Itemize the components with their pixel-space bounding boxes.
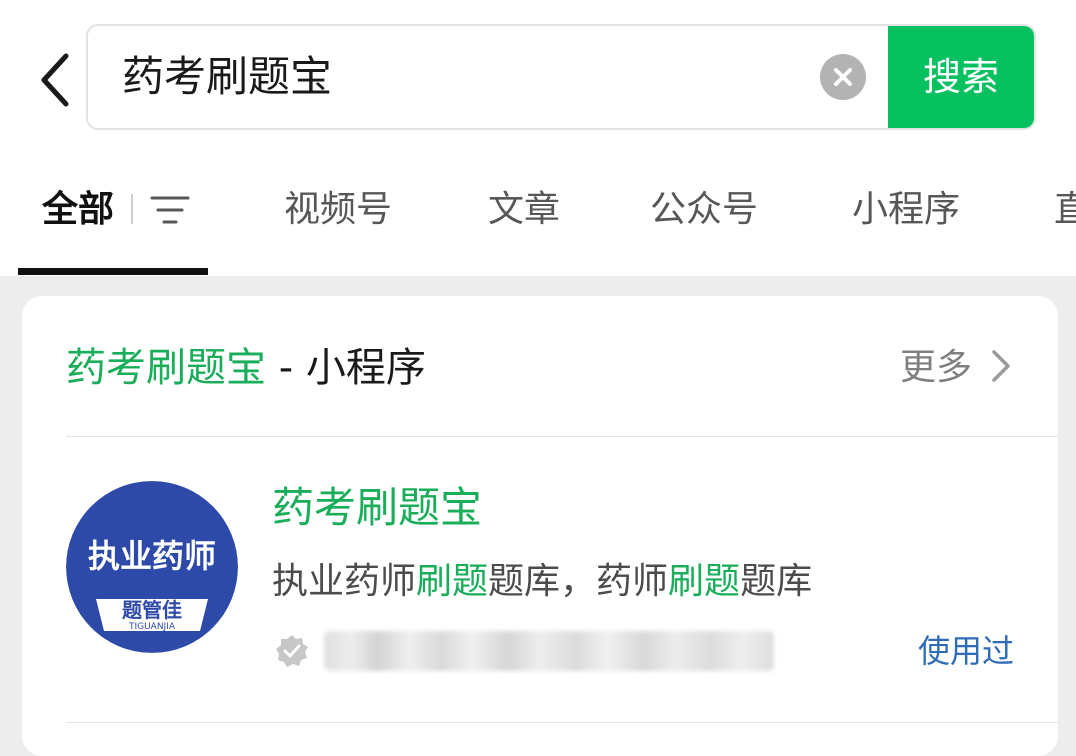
mini-program-result[interactable]: 执业药师 题管佳 TIGUANJIA 药考刷题宝 执业药师刷题题库，药师刷题题库… — [22, 437, 1058, 723]
filter-button[interactable] — [146, 186, 194, 234]
chevron-right-icon — [986, 346, 1014, 386]
app-logo-image: 执业药师 题管佳 TIGUANJIA — [66, 481, 238, 653]
verified-badge-icon — [274, 633, 310, 669]
clear-button[interactable] — [820, 54, 866, 100]
back-button[interactable] — [28, 44, 84, 116]
active-tab-indicator — [18, 268, 208, 275]
search-input[interactable]: 药考刷题宝 — [122, 26, 812, 128]
tab-official-accounts[interactable]: 公众号 — [650, 150, 758, 270]
desc-part: 题库 — [740, 561, 813, 602]
tab-divider — [131, 194, 133, 224]
back-chevron-icon — [41, 53, 69, 107]
section-title-suffix: - 小程序 — [266, 345, 426, 391]
more-button[interactable]: 更多 — [900, 336, 1014, 400]
search-box: 药考刷题宝 搜索 — [86, 24, 1036, 130]
desc-part: 题库，药师 — [488, 561, 669, 602]
tab-all[interactable]: 全部 — [42, 150, 114, 270]
used-status-label: 使用过 — [917, 632, 1014, 670]
divider — [66, 722, 1058, 723]
card-header: 药考刷题宝 - 小程序 更多 — [22, 296, 1058, 436]
mini-program-description: 执业药师刷题题库，药师刷题题库 — [272, 553, 812, 611]
tab-articles[interactable]: 文章 — [488, 150, 560, 270]
desc-part: 执业药师 — [272, 561, 417, 602]
logo-brand-en: TIGUANJIA — [128, 622, 176, 632]
tab-mini-programs[interactable]: 小程序 — [852, 150, 960, 270]
desc-highlight: 刷题 — [668, 561, 741, 602]
search-button[interactable]: 搜索 — [888, 26, 1034, 128]
logo-main-text: 执业药师 — [88, 537, 216, 575]
tab-live[interactable]: 直 — [1054, 150, 1076, 270]
filter-lines-icon — [150, 196, 190, 224]
blurred-account-name — [324, 631, 774, 671]
more-label: 更多 — [899, 347, 972, 388]
desc-highlight: 刷题 — [416, 561, 489, 602]
top-bar: 药考刷题宝 搜索 全部 视频号 文章 公众号 小程序 直 — [0, 0, 1076, 276]
section-title: 药考刷题宝 - 小程序 — [66, 336, 426, 400]
app-logo: 执业药师 题管佳 TIGUANJIA — [66, 481, 238, 653]
section-title-highlight: 药考刷题宝 — [66, 345, 266, 391]
logo-brand-cn: 题管佳 — [122, 598, 182, 622]
mini-program-name: 药考刷题宝 — [272, 483, 483, 532]
clear-circle-x-icon — [834, 68, 852, 86]
tab-bar: 全部 视频号 文章 公众号 小程序 直 — [0, 150, 1076, 276]
mini-program-card: 药考刷题宝 - 小程序 更多 执业药师 题管佳 TIGUANJIA 药考刷题宝 … — [22, 296, 1058, 756]
tab-channels[interactable]: 视频号 — [284, 150, 392, 270]
